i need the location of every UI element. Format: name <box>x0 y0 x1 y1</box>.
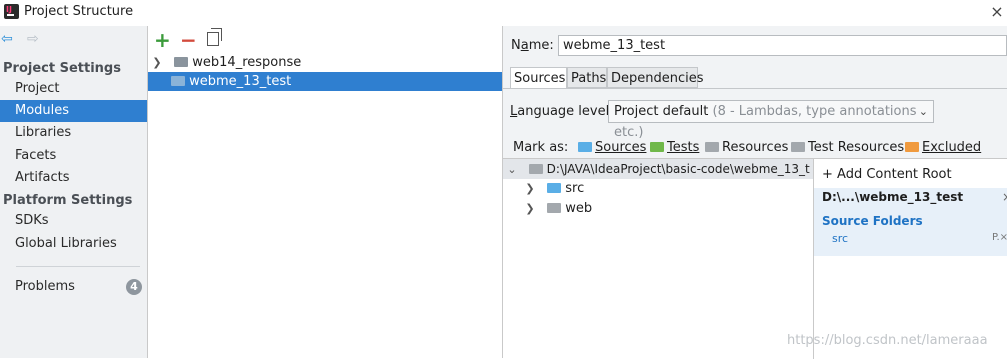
platform-settings-header: Platform Settings <box>3 193 133 208</box>
chevron-right-icon[interactable]: ❯ <box>523 199 537 218</box>
language-level-select[interactable]: Project default (8 - Lambdas, type annot… <box>608 100 934 140</box>
content-root-row[interactable]: ⌄ D:\JAVA\IdeaProject\basic-code\webme_1… <box>503 159 813 179</box>
close-button[interactable]: × <box>988 2 1006 22</box>
add-content-root-button[interactable]: + Add Content Root <box>822 167 952 182</box>
chevron-right-icon[interactable]: ❯ <box>150 53 164 72</box>
sidebar-item-sdks[interactable]: SDKs <box>0 210 147 232</box>
chevron-right-icon[interactable]: ❯ <box>523 179 537 198</box>
tabs-divider <box>503 88 1007 89</box>
forward-arrow-icon[interactable]: ⇨ <box>27 32 41 46</box>
source-folder-entry: src <box>832 232 849 245</box>
watermark: https://blog.csdn.net/lameraaa <box>787 333 988 348</box>
sources-folder-icon <box>578 141 592 152</box>
module-folder-icon <box>174 56 189 67</box>
project-settings-header: Project Settings <box>3 61 121 76</box>
source-folder-icon <box>547 182 562 193</box>
tab-dependencies[interactable]: Dependencies <box>607 67 704 88</box>
language-level-label: Language level: <box>510 104 614 119</box>
content-root-tree: ⌄ D:\JAVA\IdeaProject\basic-code\webme_1… <box>503 158 813 359</box>
tree-row-src[interactable]: ❯ src <box>503 179 813 198</box>
content-root-box: D:\...\webme_13_test × Source Folders sr… <box>814 188 1007 256</box>
chevron-down-icon[interactable]: ⌄ <box>505 160 519 179</box>
sidebar-item-artifacts[interactable]: Artifacts <box>0 167 147 189</box>
name-label: Name: <box>511 38 554 53</box>
sidebar-item-libraries[interactable]: Libraries <box>0 122 147 144</box>
source-folders-title: Source Folders <box>822 214 923 228</box>
mark-sources-button[interactable]: Sources <box>578 140 646 155</box>
sidebar-item-facets[interactable]: Facets <box>0 145 147 167</box>
tree-row-web[interactable]: ❯ web <box>503 199 813 218</box>
remove-root-icon[interactable]: × <box>1002 190 1007 204</box>
tests-folder-icon <box>650 141 664 152</box>
settings-sidebar: ⇦ ⇨ Project Settings Project Modules Lib… <box>0 26 148 358</box>
content-root-path: D:\JAVA\IdeaProject\basic-code\webme_13_… <box>546 162 810 176</box>
sidebar-divider <box>16 266 140 267</box>
excluded-folder-icon <box>905 141 919 152</box>
title-bar: IJ Project Structure × <box>0 0 1007 26</box>
module-name-input[interactable]: webme_13_test <box>558 35 1007 56</box>
tree-label: src <box>565 181 585 196</box>
test-resources-folder-icon <box>791 141 805 152</box>
module-label: webme_13_test <box>189 74 292 89</box>
tab-sources[interactable]: Sources <box>510 67 567 88</box>
content-root-details: + Add Content Root D:\...\webme_13_test … <box>813 158 1007 359</box>
chevron-down-icon: ⌄ <box>918 105 928 118</box>
mark-as-label: Mark as: <box>513 140 569 155</box>
tab-paths[interactable]: Paths <box>567 67 607 88</box>
mark-excluded-button[interactable]: Excluded <box>905 140 981 155</box>
remove-module-icon[interactable]: − <box>180 28 197 52</box>
module-folder-icon <box>171 75 185 86</box>
mark-test-resources-button[interactable]: Test Resources <box>791 140 904 155</box>
mark-tests-button[interactable]: Tests <box>650 140 699 155</box>
modules-panel: + − ❯ web14_response webme_13_test <box>148 26 503 358</box>
resources-folder-icon <box>705 141 719 152</box>
sidebar-item-problems[interactable]: Problems <box>0 276 147 298</box>
back-arrow-icon[interactable]: ⇦ <box>1 32 15 46</box>
tree-label: web <box>565 201 593 216</box>
copy-module-icon[interactable] <box>207 28 222 46</box>
mark-resources-button[interactable]: Resources <box>705 140 788 155</box>
add-module-icon[interactable]: + <box>154 28 171 52</box>
intellij-logo-icon: IJ <box>4 4 19 19</box>
module-label: web14_response <box>192 55 302 70</box>
source-folder-actions[interactable]: P.× <box>992 232 1007 243</box>
module-row-webme-13-test[interactable]: webme_13_test <box>148 72 502 91</box>
sidebar-item-modules[interactable]: Modules <box>0 100 147 122</box>
content-root-short-path: D:\...\webme_13_test <box>822 190 964 204</box>
sidebar-item-global-libraries[interactable]: Global Libraries <box>0 233 147 255</box>
problems-count-badge: 4 <box>126 279 142 295</box>
window-title: Project Structure <box>24 4 134 19</box>
module-row-web14-response[interactable]: ❯ web14_response <box>148 53 502 72</box>
sidebar-item-project[interactable]: Project <box>0 78 147 100</box>
module-detail-panel: Name: webme_13_test Sources Paths Depend… <box>503 26 1007 359</box>
folder-icon <box>547 202 562 213</box>
folder-icon <box>528 163 543 174</box>
